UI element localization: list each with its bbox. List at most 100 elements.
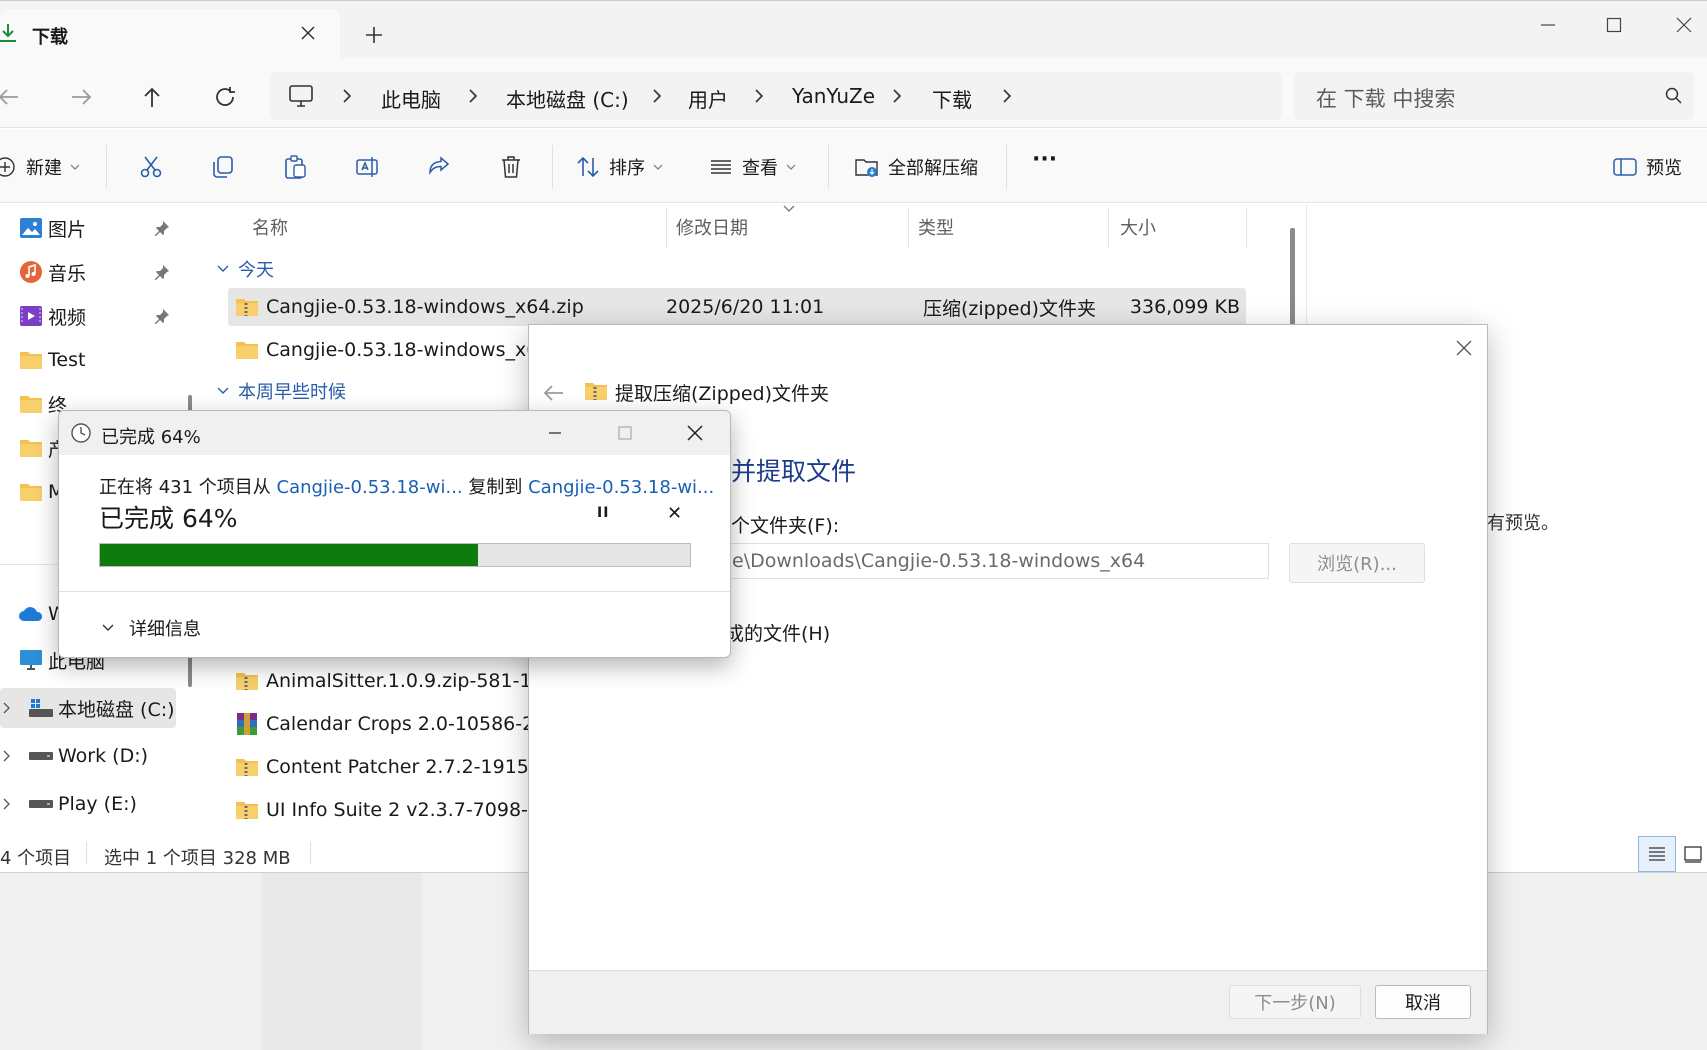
preview-pane-button[interactable]: 预览 (1612, 153, 1682, 181)
sidebar-item-drive-d[interactable]: Work (D:) (0, 736, 178, 776)
sort-chevron-icon (782, 204, 796, 214)
sidebar-item-pictures[interactable]: 图片 (0, 208, 178, 248)
chevron-right-icon[interactable] (0, 797, 14, 811)
share-icon[interactable] (426, 154, 452, 180)
sidebar-label: Work (D:) (58, 745, 149, 767)
sidebar-item-drive-c[interactable]: 本地磁盘 (C:) (0, 688, 178, 728)
toolbar-divider (828, 145, 829, 189)
cut-icon[interactable] (138, 154, 164, 180)
sidebar-item-music[interactable]: 音乐 (0, 252, 178, 292)
paste-icon[interactable] (282, 154, 308, 180)
item-count: 4 个项目 (0, 848, 72, 869)
back-arrow-icon[interactable] (541, 380, 567, 406)
column-header-date[interactable]: 修改日期 (676, 214, 748, 240)
sidebar-item-videos[interactable]: 视频 (0, 296, 178, 336)
extract-all-button[interactable]: 全部解压缩 (854, 153, 978, 181)
zip-folder-icon (234, 754, 260, 780)
folder-icon (18, 391, 44, 417)
column-header-size[interactable]: 大小 (1120, 214, 1156, 240)
search-input[interactable]: 在 下载 中搜索 (1294, 72, 1694, 120)
chevron-right-icon[interactable] (0, 701, 14, 715)
pin-icon[interactable] (152, 262, 172, 282)
pin-icon[interactable] (152, 306, 172, 326)
breadcrumb-user[interactable]: YanYuZe (792, 84, 875, 108)
sidebar-item-test[interactable]: Test (0, 340, 178, 380)
computer-icon (288, 84, 314, 108)
command-bar: 新建 排序 查看 全部解压缩 ··· 预览 (0, 129, 1707, 203)
sidebar-label: 本地磁盘 (C:) (58, 698, 175, 721)
breadcrumb-local-disk[interactable]: 本地磁盘 (C:) (506, 84, 629, 113)
maximize-button[interactable] (613, 421, 637, 445)
close-icon[interactable] (1453, 337, 1475, 359)
chevron-down-icon (101, 623, 115, 633)
close-button[interactable] (683, 421, 707, 445)
file-size: 336,099 KB (1129, 296, 1240, 318)
destination-path-input[interactable]: e\Downloads\Cangjie-0.53.18-windows_x64 (725, 543, 1269, 579)
chevron-right-icon (340, 86, 354, 106)
delete-icon[interactable] (498, 154, 524, 180)
download-icon (0, 21, 20, 45)
cancel-button[interactable]: 取消 (1375, 985, 1471, 1019)
column-divider[interactable] (908, 208, 909, 248)
sidebar-label: 图片 (48, 218, 87, 241)
breadcrumb-users[interactable]: 用户 (688, 84, 728, 113)
minimize-button[interactable] (1536, 13, 1560, 37)
back-button[interactable] (0, 82, 24, 112)
column-header-name[interactable]: 名称 (252, 214, 288, 240)
close-tab-icon[interactable] (296, 21, 320, 45)
next-button[interactable]: 下一步(N) (1229, 985, 1361, 1019)
title-bar: 下载 (0, 0, 1707, 59)
source-link[interactable]: Cangjie-0.53.18-wi... (277, 477, 463, 498)
cancel-operation-button[interactable]: ✕ (667, 503, 682, 524)
file-name: UI Info Suite 2 v2.3.7-7098-v2- (266, 799, 558, 821)
rename-icon[interactable] (354, 154, 380, 180)
group-label: 今天 (238, 260, 274, 281)
sidebar-item-drive-e[interactable]: Play (E:) (0, 784, 178, 824)
new-button[interactable]: 新建 (0, 153, 80, 181)
view-button[interactable]: 查看 (708, 153, 796, 181)
address-bar[interactable]: 此电脑 本地磁盘 (C:) 用户 YanYuZe 下载 (270, 72, 1282, 120)
progress-status: 已完成 64% (99, 504, 238, 533)
new-tab-button[interactable] (362, 23, 386, 47)
show-files-label[interactable]: 成的文件(H) (725, 619, 830, 646)
breadcrumb-this-pc[interactable]: 此电脑 (381, 84, 441, 113)
maximize-button[interactable] (1602, 13, 1626, 37)
column-divider[interactable] (666, 208, 667, 248)
close-window-button[interactable] (1672, 13, 1696, 37)
destination-label: 个文件夹(F): (731, 515, 840, 537)
file-row[interactable]: Cangjie-0.53.18-windows_x64.zip 2025/6/2… (228, 288, 1246, 326)
chevron-right-icon[interactable] (1000, 86, 1014, 106)
file-list-scrollbar[interactable] (1290, 228, 1295, 328)
column-header-type[interactable]: 类型 (918, 214, 954, 240)
group-header-today[interactable]: 今天 (216, 256, 274, 282)
group-header-earlier-this-week[interactable]: 本周早些时候 (216, 378, 346, 404)
tiles-view-button[interactable] (1682, 843, 1704, 865)
tab-title: 下载 (32, 27, 68, 48)
breadcrumb-downloads[interactable]: 下载 (932, 84, 972, 113)
refresh-button[interactable] (210, 82, 240, 112)
column-divider[interactable] (1246, 208, 1247, 248)
more-options-button[interactable]: ··· (1032, 147, 1057, 172)
details-view-button[interactable] (1638, 836, 1676, 872)
search-icon[interactable] (1662, 84, 1686, 108)
pause-button[interactable]: II (597, 505, 609, 521)
chevron-right-icon[interactable] (0, 749, 14, 763)
windows-drive-icon (28, 695, 54, 721)
tab-downloads[interactable]: 下载 (0, 9, 340, 59)
pin-icon[interactable] (152, 218, 172, 238)
browse-button[interactable]: 浏览(R)... (1289, 543, 1425, 583)
up-button[interactable] (137, 82, 167, 112)
plus-circle-icon (0, 154, 18, 180)
selection-info: 选中 1 个项目 328 MB (104, 848, 291, 869)
minimize-button[interactable] (543, 421, 567, 445)
sidebar-label: 音乐 (48, 262, 87, 285)
column-divider[interactable] (1108, 208, 1109, 248)
details-toggle[interactable]: 详细信息 (101, 615, 201, 641)
copy-icon[interactable] (210, 154, 236, 180)
destination-link[interactable]: Cangjie-0.53.18-wi... (528, 477, 714, 498)
details-label: 详细信息 (129, 619, 201, 640)
sort-button[interactable]: 排序 (575, 153, 663, 181)
progress-line-middle: 复制到 (468, 477, 523, 498)
progress-description: 正在将 431 个项目从 Cangjie-0.53.18-wi... 复制到 C… (99, 473, 714, 499)
forward-button[interactable] (66, 82, 96, 112)
